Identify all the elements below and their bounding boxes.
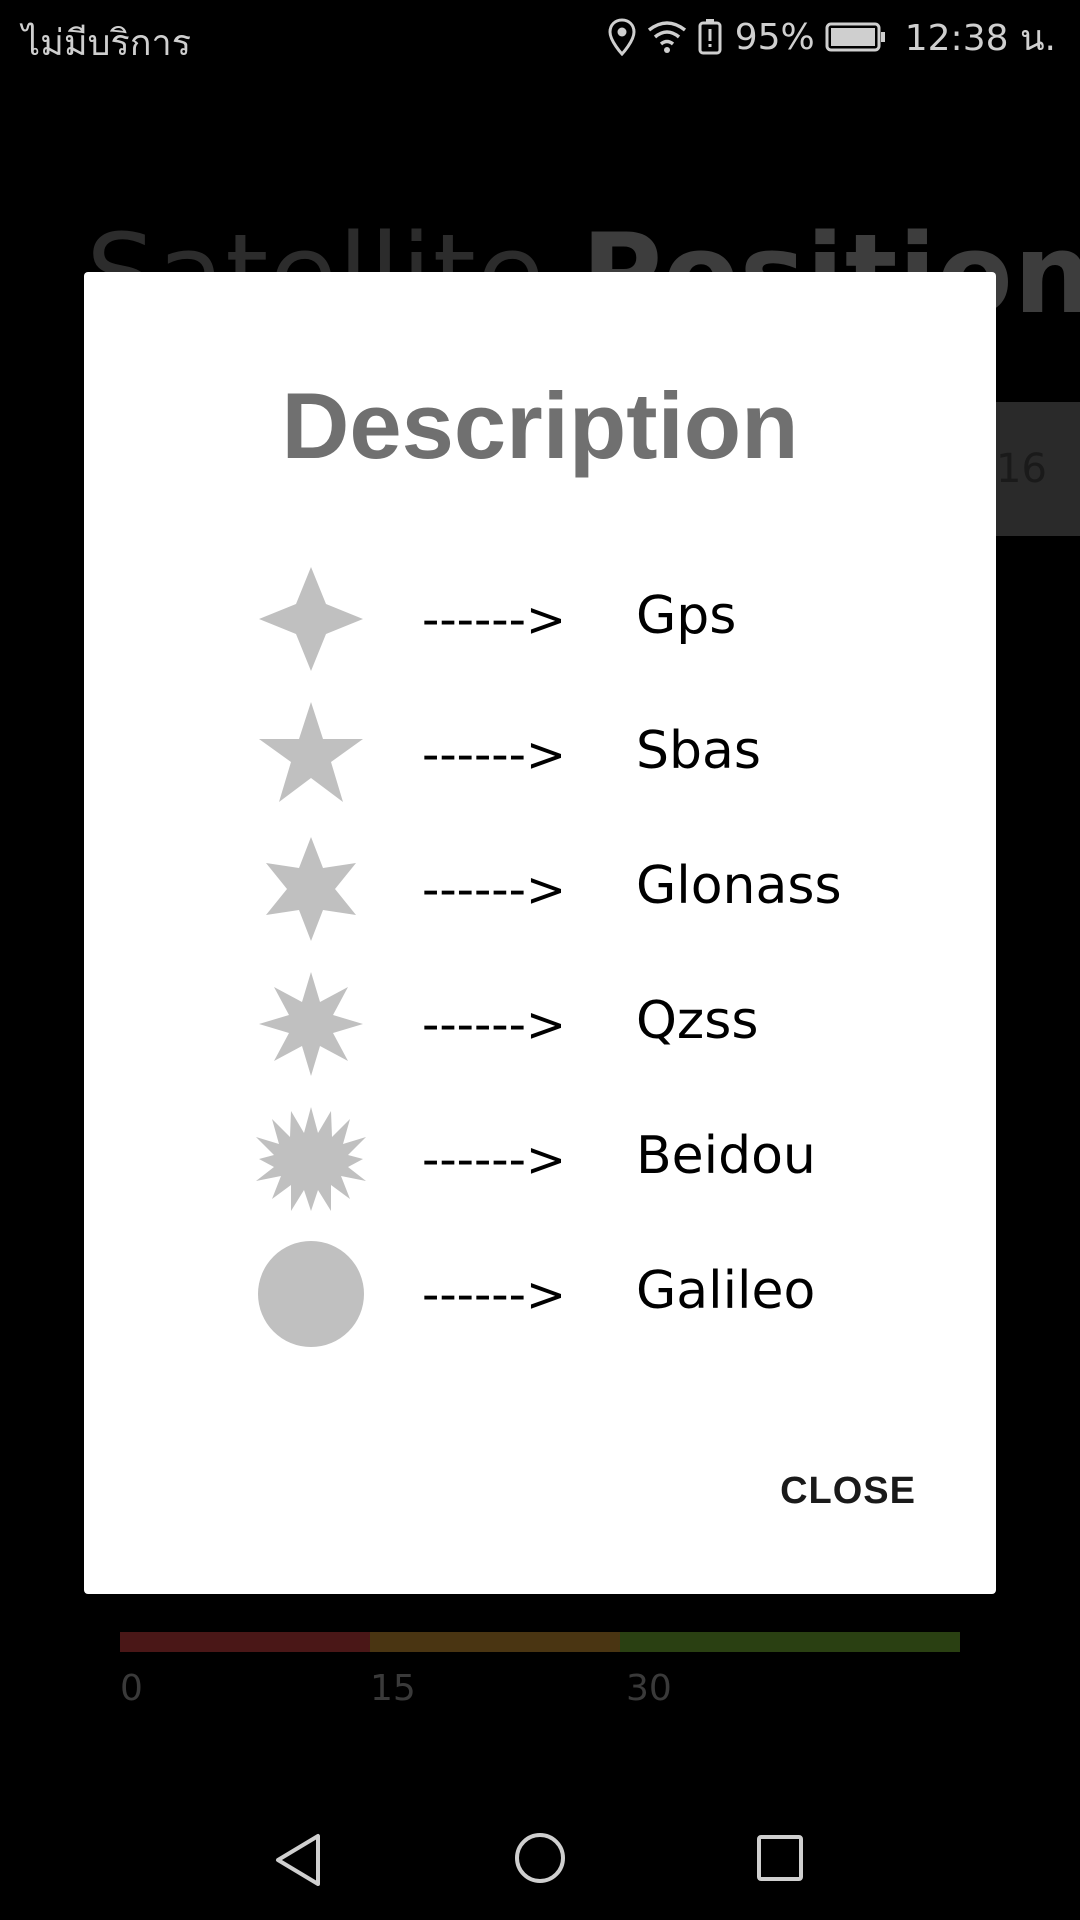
wifi-icon: [647, 20, 687, 54]
four-point-star-icon: [256, 564, 366, 674]
legend-item-galileo: ------> Galileo: [84, 1239, 996, 1349]
background-satellite-count: 16: [996, 446, 1047, 492]
circle-icon: [256, 1239, 366, 1349]
carrier-text: ไม่มีบริการ: [22, 23, 192, 64]
legend-item-sbas: ------> Sbas: [84, 699, 996, 809]
legend-label-galileo: Galileo: [636, 1261, 816, 1321]
legend-label-glonass: Glonass: [636, 856, 842, 916]
status-icons: 95% 12:38 น.: [607, 12, 1056, 62]
battery-saver-icon: [697, 18, 723, 56]
recents-icon[interactable]: [756, 1834, 804, 1886]
legend-item-gps: ------> Gps: [84, 564, 996, 674]
legend-arrow: ------>: [422, 1132, 567, 1188]
dialog-title: Description: [281, 373, 799, 478]
legend-label-qzss: Qzss: [636, 991, 759, 1051]
screen: ไม่มีบริการ 95% 12:38 น. Satellite Posit…: [0, 0, 1080, 1920]
home-icon[interactable]: [514, 1832, 566, 1888]
legend-arrow: ------>: [422, 1267, 567, 1323]
legend-item-qzss: ------> Qzss: [84, 969, 996, 1079]
location-icon: [607, 18, 637, 56]
snr-tick-label: 0: [120, 1668, 143, 1709]
legend-label-beidou: Beidou: [636, 1126, 816, 1186]
snr-color-bar: [120, 1632, 960, 1652]
navigation-bar: [0, 1800, 1080, 1920]
description-dialog: Description ------> Gps ------> Sbas ---…: [84, 272, 996, 1594]
status-bar: ไม่มีบริการ 95% 12:38 น.: [0, 0, 1080, 72]
close-button[interactable]: CLOSE: [780, 1470, 916, 1513]
clock: 12:38 น.: [904, 17, 1056, 59]
legend-label-gps: Gps: [636, 586, 737, 646]
legend-label-sbas: Sbas: [636, 721, 761, 781]
legend-arrow: ------>: [422, 862, 567, 918]
six-point-star-icon: [256, 834, 366, 944]
snr-tick-label: 30: [626, 1668, 672, 1709]
legend-arrow: ------>: [422, 727, 567, 783]
snr-segment-orange: [370, 1632, 620, 1652]
legend-item-beidou: ------> Beidou: [84, 1104, 996, 1214]
snr-segment-red: [120, 1632, 370, 1652]
legend-arrow: ------>: [422, 997, 567, 1053]
eight-point-star-icon: [256, 969, 366, 1079]
five-point-star-icon: [256, 699, 366, 809]
starburst-icon: [256, 1104, 366, 1214]
legend-item-glonass: ------> Glonass: [84, 834, 996, 944]
battery-percent: 95%: [734, 16, 815, 58]
snr-segment-green: [620, 1632, 960, 1652]
snr-tick-label: 15: [370, 1668, 416, 1709]
back-icon[interactable]: [274, 1832, 324, 1892]
battery-icon: [825, 21, 887, 53]
legend-arrow: ------>: [422, 592, 567, 648]
